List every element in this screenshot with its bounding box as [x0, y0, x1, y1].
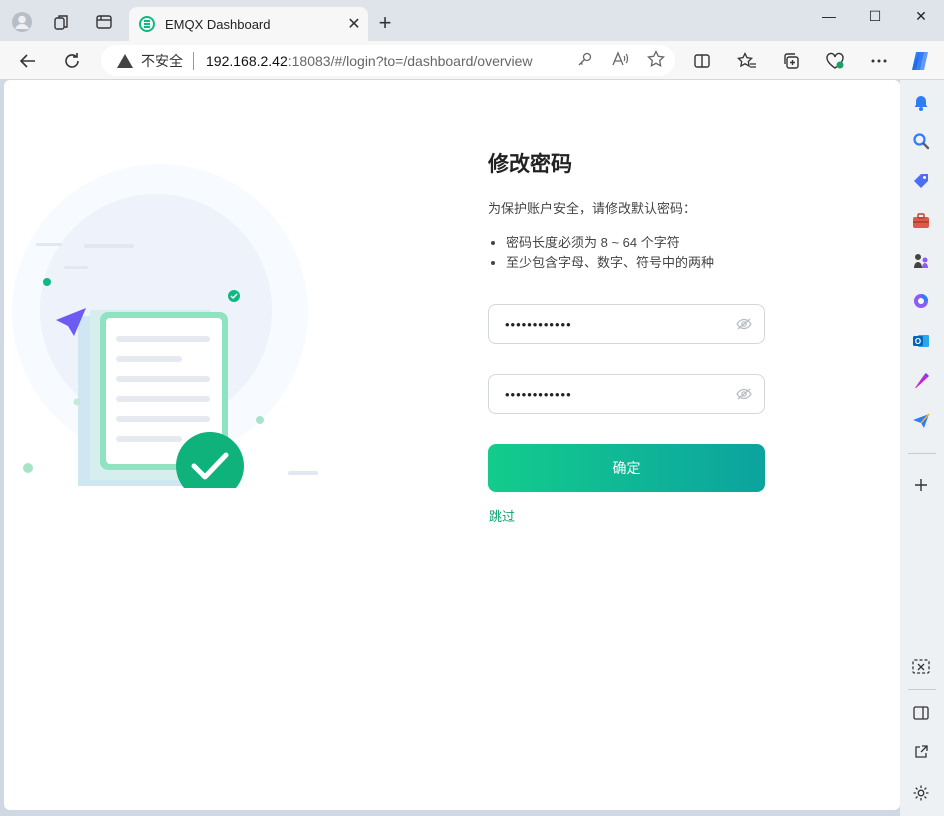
favorite-star-icon[interactable] — [647, 49, 665, 72]
illus-doc-line — [116, 356, 182, 362]
bell-icon[interactable] — [910, 91, 932, 113]
insecure-label: 不安全 — [141, 52, 183, 69]
url-path: :18083/#/login?to=/dashboard/overview — [287, 52, 533, 69]
skip-link[interactable]: 跳过 — [489, 506, 515, 525]
tab-actions-icon[interactable] — [92, 10, 116, 34]
password-rules: 密码长度必须为 8 ~ 64 个字符 至少包含字母、数字、符号中的两种 — [506, 233, 714, 273]
illus-dash — [288, 471, 318, 475]
new-tab-button[interactable]: + — [372, 10, 398, 36]
illus-doc-line — [116, 396, 210, 402]
illus-dash — [84, 244, 134, 248]
close-window-button[interactable]: ✕ — [898, 0, 944, 32]
password-illustration — [12, 164, 318, 488]
illus-dot — [43, 278, 51, 286]
url-host: 192.168.2.42 — [206, 52, 288, 69]
copilot-icon[interactable] — [906, 47, 934, 75]
outlook-icon[interactable]: O — [910, 330, 932, 352]
new-password-value: •••••••••••• — [505, 316, 572, 332]
tab-emqx-dashboard[interactable]: EMQX Dashboard ✕ — [129, 7, 368, 41]
illus-doc-line — [116, 436, 182, 442]
games-icon[interactable] — [910, 250, 932, 272]
illus-doc-line — [116, 376, 210, 382]
browser-sidebar: O — [900, 80, 944, 816]
refresh-icon[interactable] — [58, 47, 86, 75]
back-icon[interactable] — [14, 47, 42, 75]
new-password-input[interactable]: •••••••••••• — [488, 304, 765, 344]
illus-dot — [256, 416, 264, 424]
more-menu-icon[interactable] — [865, 47, 893, 75]
close-icon[interactable]: ✕ — [340, 14, 368, 34]
illus-doc-line — [116, 336, 210, 342]
eye-hidden-icon[interactable] — [724, 304, 764, 344]
search-icon[interactable] — [910, 130, 932, 152]
read-aloud-icon[interactable] — [611, 50, 629, 71]
tab-title: EMQX Dashboard — [165, 16, 271, 32]
maximize-button[interactable]: ☐ — [852, 0, 898, 32]
designer-icon[interactable] — [910, 370, 932, 392]
split-screen-icon[interactable] — [688, 47, 716, 75]
form-description: 为保护账户安全，请修改默认密码： — [488, 201, 697, 216]
minimize-button[interactable]: — — [806, 0, 852, 32]
page-title: 修改密码 — [488, 153, 572, 176]
shopping-tag-icon[interactable] — [910, 170, 932, 192]
confirm-password-value: •••••••••••• — [505, 386, 572, 402]
illus-dash — [36, 243, 62, 246]
svg-text:O: O — [915, 337, 921, 346]
eye-hidden-icon[interactable] — [724, 374, 764, 414]
screenshot-icon[interactable] — [910, 656, 932, 678]
rule-item: 至少包含字母、数字、符号中的两种 — [506, 253, 714, 273]
illus-dash — [64, 266, 88, 269]
collections-icon[interactable] — [777, 47, 805, 75]
confirm-button[interactable]: 确定 — [488, 444, 765, 492]
send-icon[interactable] — [910, 410, 932, 432]
toolbox-icon[interactable] — [910, 210, 932, 232]
microsoft365-icon[interactable] — [910, 290, 932, 312]
rule-item: 密码长度必须为 8 ~ 64 个字符 — [506, 233, 714, 253]
sidebar-divider — [908, 453, 936, 454]
warning-icon — [117, 53, 133, 68]
workspaces-icon[interactable] — [50, 10, 74, 34]
add-icon[interactable] — [910, 474, 932, 496]
external-link-icon[interactable] — [910, 741, 932, 763]
sidebar-divider — [908, 689, 936, 690]
emqx-favicon-icon — [139, 16, 155, 32]
favorites-icon[interactable] — [733, 47, 761, 75]
browser-titlebar: EMQX Dashboard ✕ + — ☐ ✕ — [0, 0, 944, 41]
illus-dot — [73, 398, 81, 406]
browser-navbar: 不安全 192.168.2.42 :18083/#/login?to=/dash… — [0, 41, 944, 79]
key-icon[interactable] — [577, 51, 593, 71]
browser-essentials-icon[interactable] — [821, 47, 849, 75]
profile-icon[interactable] — [10, 10, 34, 34]
illus-dot — [23, 463, 33, 473]
address-bar[interactable]: 不安全 192.168.2.42 :18083/#/login?to=/dash… — [101, 45, 675, 76]
settings-gear-icon[interactable] — [910, 782, 932, 804]
confirm-password-input[interactable]: •••••••••••• — [488, 374, 765, 414]
sidebar-panel-icon[interactable] — [910, 702, 932, 724]
divider — [193, 51, 194, 70]
illus-doc-line — [116, 416, 210, 422]
